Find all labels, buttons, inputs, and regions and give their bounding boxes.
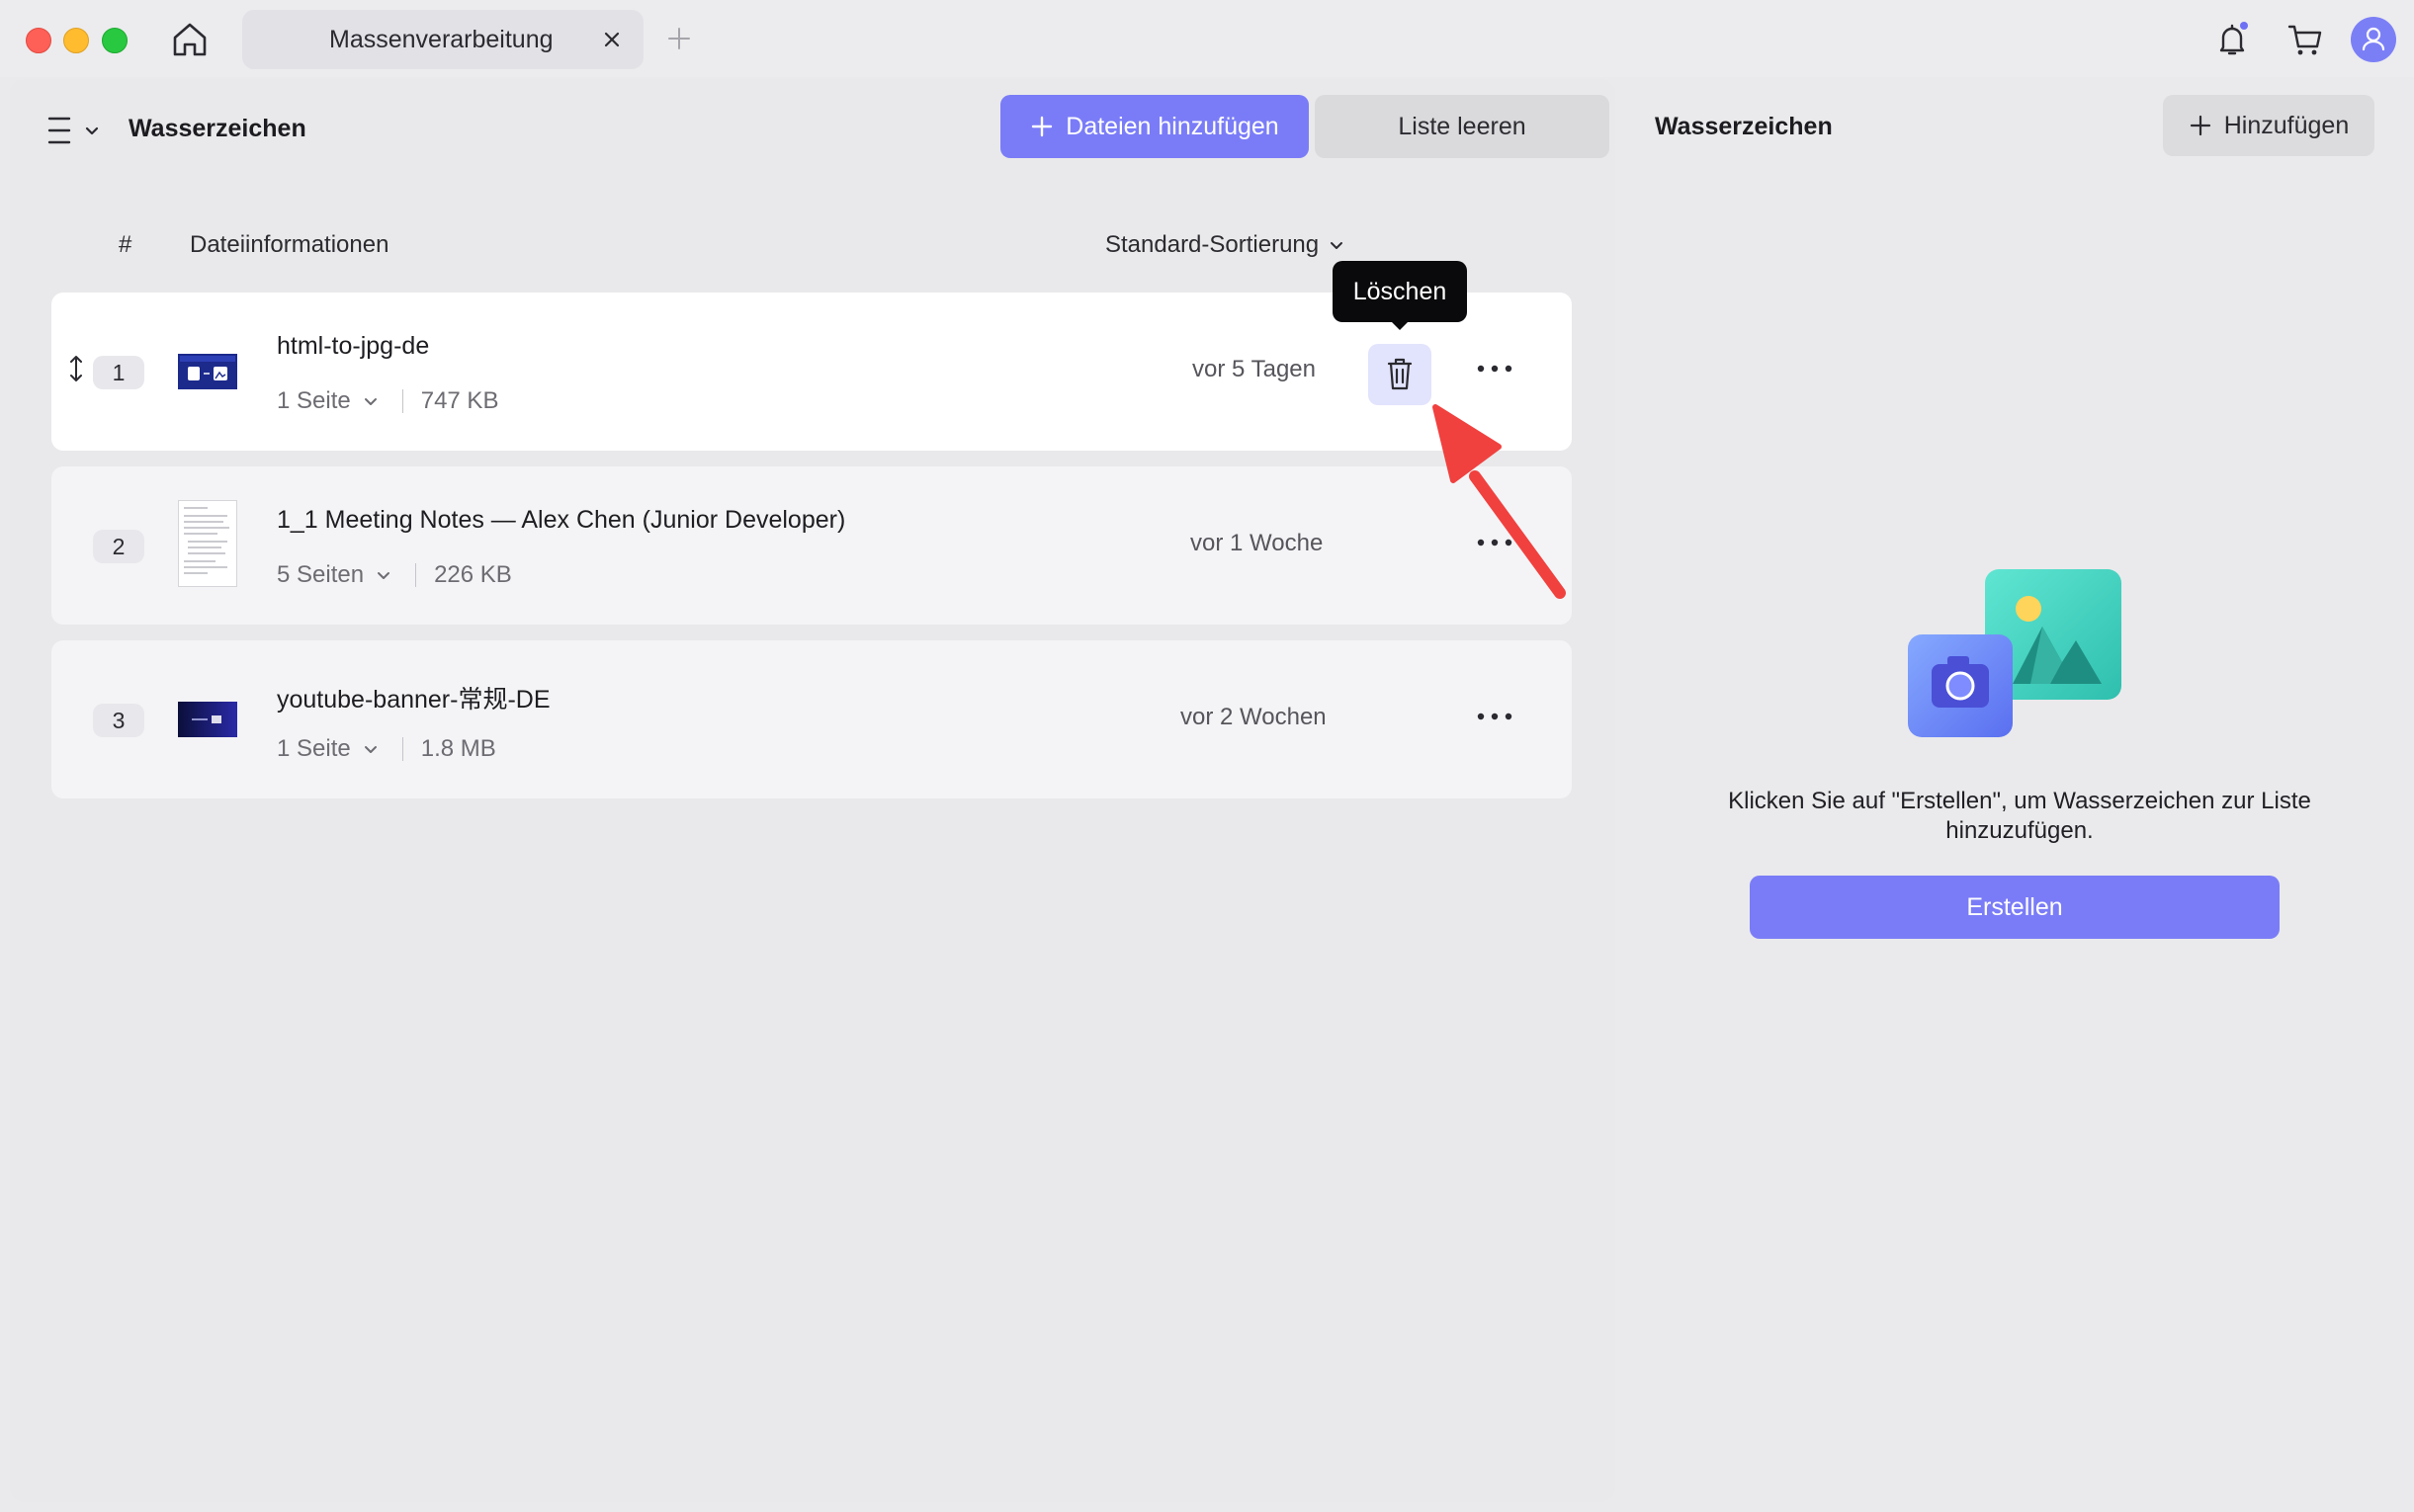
plus-icon — [2190, 115, 2210, 136]
delete-tooltip: Löschen — [1333, 261, 1467, 322]
file-name: 1_1 Meeting Notes — Alex Chen (Junior De… — [277, 506, 846, 534]
chevron-down-icon[interactable] — [363, 741, 379, 757]
page-count-dropdown[interactable]: 1 Seite — [277, 735, 351, 763]
file-name: html-to-jpg-de — [277, 332, 430, 360]
divider — [415, 563, 417, 587]
close-icon[interactable] — [600, 28, 624, 51]
file-size: 226 KB — [434, 561, 512, 588]
watermark-panel: Wasserzeichen Hinzufügen Klicken Sie auf… — [1623, 79, 2414, 1502]
divider — [401, 737, 403, 761]
file-size: 1.8 MB — [420, 735, 496, 762]
plus-icon — [1032, 116, 1053, 137]
image-camera-illustration-icon — [1908, 569, 2121, 737]
row-number: 1 — [93, 356, 144, 389]
file-name: youtube-banner-常规-DE — [277, 686, 551, 714]
column-header-file-info: Dateiinformationen — [190, 231, 389, 258]
table-row[interactable]: 2 1_1 Meeting Notes — Alex Chen (Junior … — [51, 466, 1572, 625]
tab-label: Massenverarbeitung — [329, 26, 554, 53]
file-thumbnail — [178, 500, 237, 587]
title-bar: Massenverarbeitung — [0, 0, 2414, 77]
tooltip-pointer — [1390, 320, 1410, 330]
file-thumbnail — [178, 702, 237, 737]
clear-list-label: Liste leeren — [1398, 112, 1526, 140]
user-icon — [2362, 27, 2385, 51]
add-watermark-label: Hinzufügen — [2223, 111, 2350, 139]
file-meta: 1 Seite 1.8 MB — [277, 735, 496, 763]
file-size: 747 KB — [420, 387, 499, 414]
chevron-down-icon[interactable] — [363, 393, 379, 409]
sort-dropdown[interactable]: Standard-Sortierung — [1105, 231, 1344, 259]
annotation-arrow-icon — [1432, 404, 1566, 599]
more-options-icon[interactable] — [1475, 362, 1514, 376]
divider — [401, 389, 403, 413]
add-files-label: Dateien hinzufügen — [1066, 112, 1279, 140]
window-zoom-button[interactable] — [102, 28, 128, 53]
file-thumbnail — [178, 354, 237, 389]
add-files-button[interactable]: Dateien hinzufügen — [1000, 95, 1309, 158]
file-date: vor 5 Tagen — [1192, 356, 1316, 382]
chevron-down-icon — [1331, 242, 1343, 249]
page-count-dropdown[interactable]: 5 Seiten — [277, 561, 364, 589]
row-number: 2 — [93, 530, 144, 563]
menu-icon[interactable] — [45, 111, 105, 150]
file-meta: 1 Seite 747 KB — [277, 387, 498, 415]
more-options-icon[interactable] — [1475, 710, 1514, 723]
home-icon[interactable] — [168, 18, 212, 61]
cart-icon[interactable] — [2284, 18, 2327, 61]
create-label: Erstellen — [1966, 892, 2063, 921]
file-meta: 5 Seiten 226 KB — [277, 561, 512, 589]
file-list-panel: Wasserzeichen Dateien hinzufügen Liste l… — [10, 79, 1615, 1502]
avatar[interactable] — [2351, 17, 2396, 62]
table-row[interactable]: 3 youtube-banner-常规-DE 1 Seite 1.8 MB vo… — [51, 640, 1572, 798]
empty-state-hint: Klicken Sie auf "Erstellen", um Wasserze… — [1728, 788, 2311, 844]
window-minimize-button[interactable] — [63, 28, 89, 53]
page-title: Wasserzeichen — [129, 115, 306, 142]
file-date: vor 2 Wochen — [1180, 704, 1327, 730]
clear-list-button[interactable]: Liste leeren — [1315, 95, 1609, 158]
tooltip-label: Löschen — [1352, 277, 1447, 305]
sort-label: Standard-Sortierung — [1105, 231, 1320, 258]
plus-icon[interactable] — [666, 26, 692, 51]
tab-massenverarbeitung[interactable]: Massenverarbeitung — [242, 10, 644, 69]
page-count-dropdown[interactable]: 1 Seite — [277, 387, 351, 415]
row-number: 3 — [93, 704, 144, 737]
column-header-number: # — [119, 231, 132, 258]
file-date: vor 1 Woche — [1190, 530, 1324, 556]
add-watermark-button[interactable]: Hinzufügen — [2163, 95, 2374, 156]
panel-title: Wasserzeichen — [1655, 113, 1833, 140]
window-close-button[interactable] — [26, 28, 51, 53]
drag-handle-icon[interactable] — [69, 354, 83, 383]
create-button[interactable]: Erstellen — [1750, 876, 2280, 939]
chevron-down-icon[interactable] — [376, 567, 391, 583]
notification-dot — [2240, 22, 2248, 30]
